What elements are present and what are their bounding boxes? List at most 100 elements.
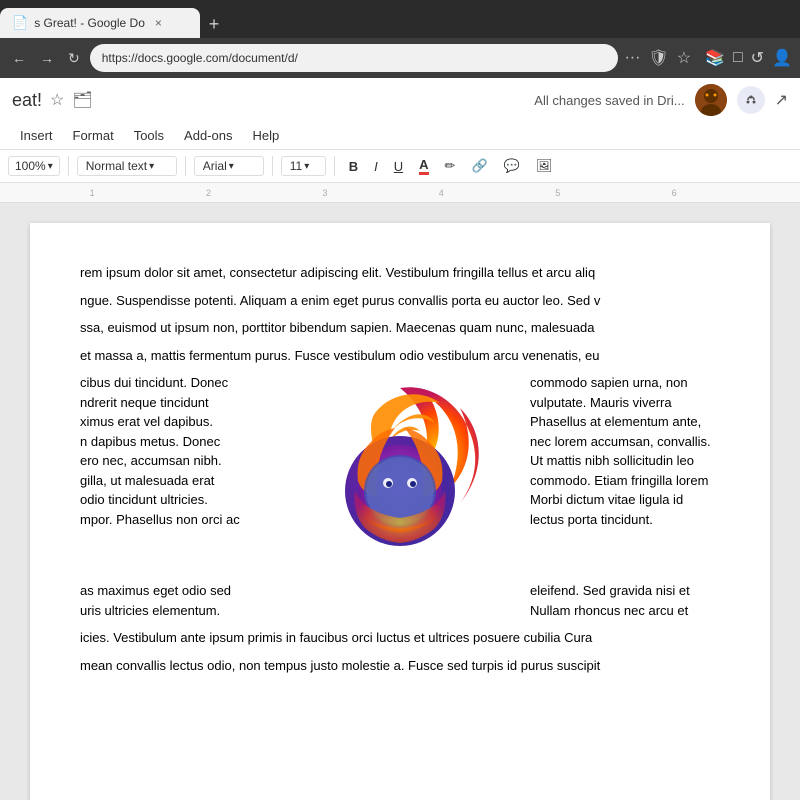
- right-col-text-5: Ut mattis nibh sollicitudin leo: [530, 451, 720, 471]
- left-column-2: as maximus eget odio sed uris ultricies …: [80, 581, 270, 620]
- library-icon[interactable]: 📚: [705, 48, 725, 68]
- browser-window: 📄 s Great! - Google Do × + ← → ↻ https:/…: [0, 0, 800, 800]
- right-col2-text-1: eleifend. Sed gravida nisi et: [530, 581, 720, 601]
- document-page[interactable]: rem ipsum dolor sit amet, consectetur ad…: [30, 223, 770, 800]
- style-chevron-icon: ▾: [149, 161, 154, 172]
- underline-button[interactable]: U: [388, 156, 409, 177]
- title-bar-icons: ☆ 🗂: [50, 90, 93, 110]
- toolbar-divider-3: [272, 156, 273, 176]
- back-button[interactable]: ←: [8, 46, 30, 70]
- paragraph-1: rem ipsum dolor sit amet, consectetur ad…: [80, 263, 720, 283]
- tab-favicon: 📄: [12, 15, 28, 31]
- left-col-text-6: gilla, ut malesuada erat: [80, 471, 270, 491]
- document-title[interactable]: eat!: [12, 90, 42, 111]
- menu-help[interactable]: Help: [244, 124, 287, 147]
- ruler: 1 2 3 4 5 6: [0, 183, 800, 203]
- zoom-value: 100%: [15, 159, 46, 173]
- url-text: https://docs.google.com/document/d/: [102, 51, 298, 65]
- address-bar: ← → ↻ https://docs.google.com/document/d…: [0, 38, 800, 78]
- ruler-mark-6: 6: [672, 188, 677, 198]
- left-col-text-7: odio tincidunt ultricies.: [80, 490, 270, 510]
- color-a-label: A: [419, 157, 428, 175]
- right-col-text-7: Morbi dictum vitae ligula id: [530, 490, 720, 510]
- trending-icon: ↗: [775, 90, 788, 110]
- toolbar-divider-1: [68, 156, 69, 176]
- more-icon[interactable]: ···: [624, 49, 640, 67]
- link-button[interactable]: 🔗: [465, 155, 493, 177]
- share-button[interactable]: [737, 86, 765, 114]
- address-actions: ··· 🛡 ☆: [624, 48, 691, 68]
- paragraph-style-selector[interactable]: Normal text ▾: [77, 156, 177, 176]
- title-right-section: All changes saved in Dri... ↗: [534, 84, 788, 116]
- menu-insert[interactable]: Insert: [12, 124, 61, 147]
- tab-title: s Great! - Google Do: [34, 16, 145, 30]
- paragraph-2: ngue. Suspendisse potenti. Aliquam a eni…: [80, 291, 720, 311]
- zoom-selector[interactable]: 100% ▾: [8, 156, 60, 176]
- reload-button[interactable]: ↻: [64, 46, 84, 71]
- font-size-value: 11: [290, 159, 302, 173]
- save-status: All changes saved in Dri...: [534, 93, 684, 108]
- folder-icon[interactable]: 🗂: [72, 90, 92, 110]
- left-col-text-4: n dapibus metus. Donec: [80, 432, 270, 452]
- ruler-mark-1: 1: [90, 188, 95, 198]
- left-col2-text-2: uris ultricies elementum.: [80, 601, 270, 621]
- bold-button[interactable]: B: [343, 156, 364, 177]
- right-col2-text-2: Nullam rhoncus nec arcu et: [530, 601, 720, 621]
- firefox-logo-image: [300, 373, 500, 573]
- left-column: cibus dui tincidunt. Donec ndrerit neque…: [80, 373, 270, 573]
- left-col-text-2: ndrerit neque tincidunt: [80, 393, 270, 413]
- font-size-selector[interactable]: 11 ▾: [281, 156, 326, 176]
- user-icon[interactable]: 👤: [772, 48, 792, 68]
- paragraph-3: ssa, euismod ut ipsum non, porttitor bib…: [80, 318, 720, 338]
- menu-addons[interactable]: Add-ons: [176, 124, 240, 147]
- paragraph-bottom-2: mean convallis lectus odio, non tempus j…: [80, 656, 720, 676]
- right-col-text-4: nec lorem accumsan, convallis.: [530, 432, 720, 452]
- tab-bar: 📄 s Great! - Google Do × +: [0, 0, 800, 38]
- right-col-text-1: commodo sapien urna, non: [530, 373, 720, 393]
- font-selector[interactable]: Arial ▾: [194, 156, 264, 176]
- document-area[interactable]: rem ipsum dolor sit amet, consectetur ad…: [0, 203, 800, 800]
- ruler-mark-3: 3: [322, 188, 327, 198]
- title-bar: eat! ☆ 🗂 All changes saved in Dri...: [0, 78, 800, 122]
- star-icon[interactable]: ☆: [677, 48, 691, 68]
- ruler-inner: 1 2 3 4 5 6: [12, 183, 788, 202]
- center-column-image: [290, 373, 510, 573]
- user-avatar[interactable]: [695, 84, 727, 116]
- right-col-text-2: vulputate. Mauris viverra: [530, 393, 720, 413]
- comment-button[interactable]: 💬: [498, 155, 526, 177]
- center-spacer: [290, 581, 510, 620]
- new-tab-button[interactable]: +: [200, 10, 228, 38]
- sidebar-icon[interactable]: □: [733, 49, 743, 67]
- document-content[interactable]: rem ipsum dolor sit amet, consectetur ad…: [80, 263, 720, 675]
- menu-tools[interactable]: Tools: [126, 124, 172, 147]
- history-icon[interactable]: ↺: [751, 48, 764, 68]
- left-col-text-3: ximus erat vel dapibus.: [80, 412, 270, 432]
- right-column-2: eleifend. Sed gravida nisi et Nullam rho…: [530, 581, 720, 620]
- font-chevron-icon: ▾: [229, 161, 234, 172]
- shield-icon: 🛡: [648, 48, 668, 68]
- italic-button[interactable]: I: [368, 156, 384, 177]
- text-color-button[interactable]: A: [413, 154, 434, 178]
- toolbar-divider-2: [185, 156, 186, 176]
- menu-bar: Insert Format Tools Add-ons Help: [0, 122, 800, 150]
- highlight-button[interactable]: ✏: [439, 155, 462, 177]
- browser-right-icons: 📚 □ ↺ 👤: [705, 48, 792, 68]
- left-col-text-1: cibus dui tincidunt. Donec: [80, 373, 270, 393]
- right-column: commodo sapien urna, non vulputate. Maur…: [530, 373, 720, 573]
- right-col-text-8: lectus porta tincidunt.: [530, 510, 720, 530]
- image-button[interactable]: 🖼: [530, 155, 559, 177]
- active-tab[interactable]: 📄 s Great! - Google Do ×: [0, 8, 200, 38]
- formatting-toolbar: 100% ▾ Normal text ▾ Arial ▾ 11 ▾ B I U: [0, 150, 800, 183]
- ruler-mark-4: 4: [439, 188, 444, 198]
- left-col2-text-1: as maximus eget odio sed: [80, 581, 270, 601]
- menu-format[interactable]: Format: [65, 124, 122, 147]
- url-bar[interactable]: https://docs.google.com/document/d/: [90, 44, 619, 72]
- forward-button[interactable]: →: [36, 46, 58, 70]
- below-image-columns: as maximus eget odio sed uris ultricies …: [80, 581, 720, 620]
- style-value: Normal text: [86, 159, 147, 173]
- star-doc-icon[interactable]: ☆: [50, 90, 64, 110]
- right-col-text-6: commodo. Etiam fringilla lorem: [530, 471, 720, 491]
- size-chevron-icon: ▾: [304, 161, 309, 172]
- ruler-mark-2: 2: [206, 188, 211, 198]
- tab-close-button[interactable]: ×: [155, 16, 162, 30]
